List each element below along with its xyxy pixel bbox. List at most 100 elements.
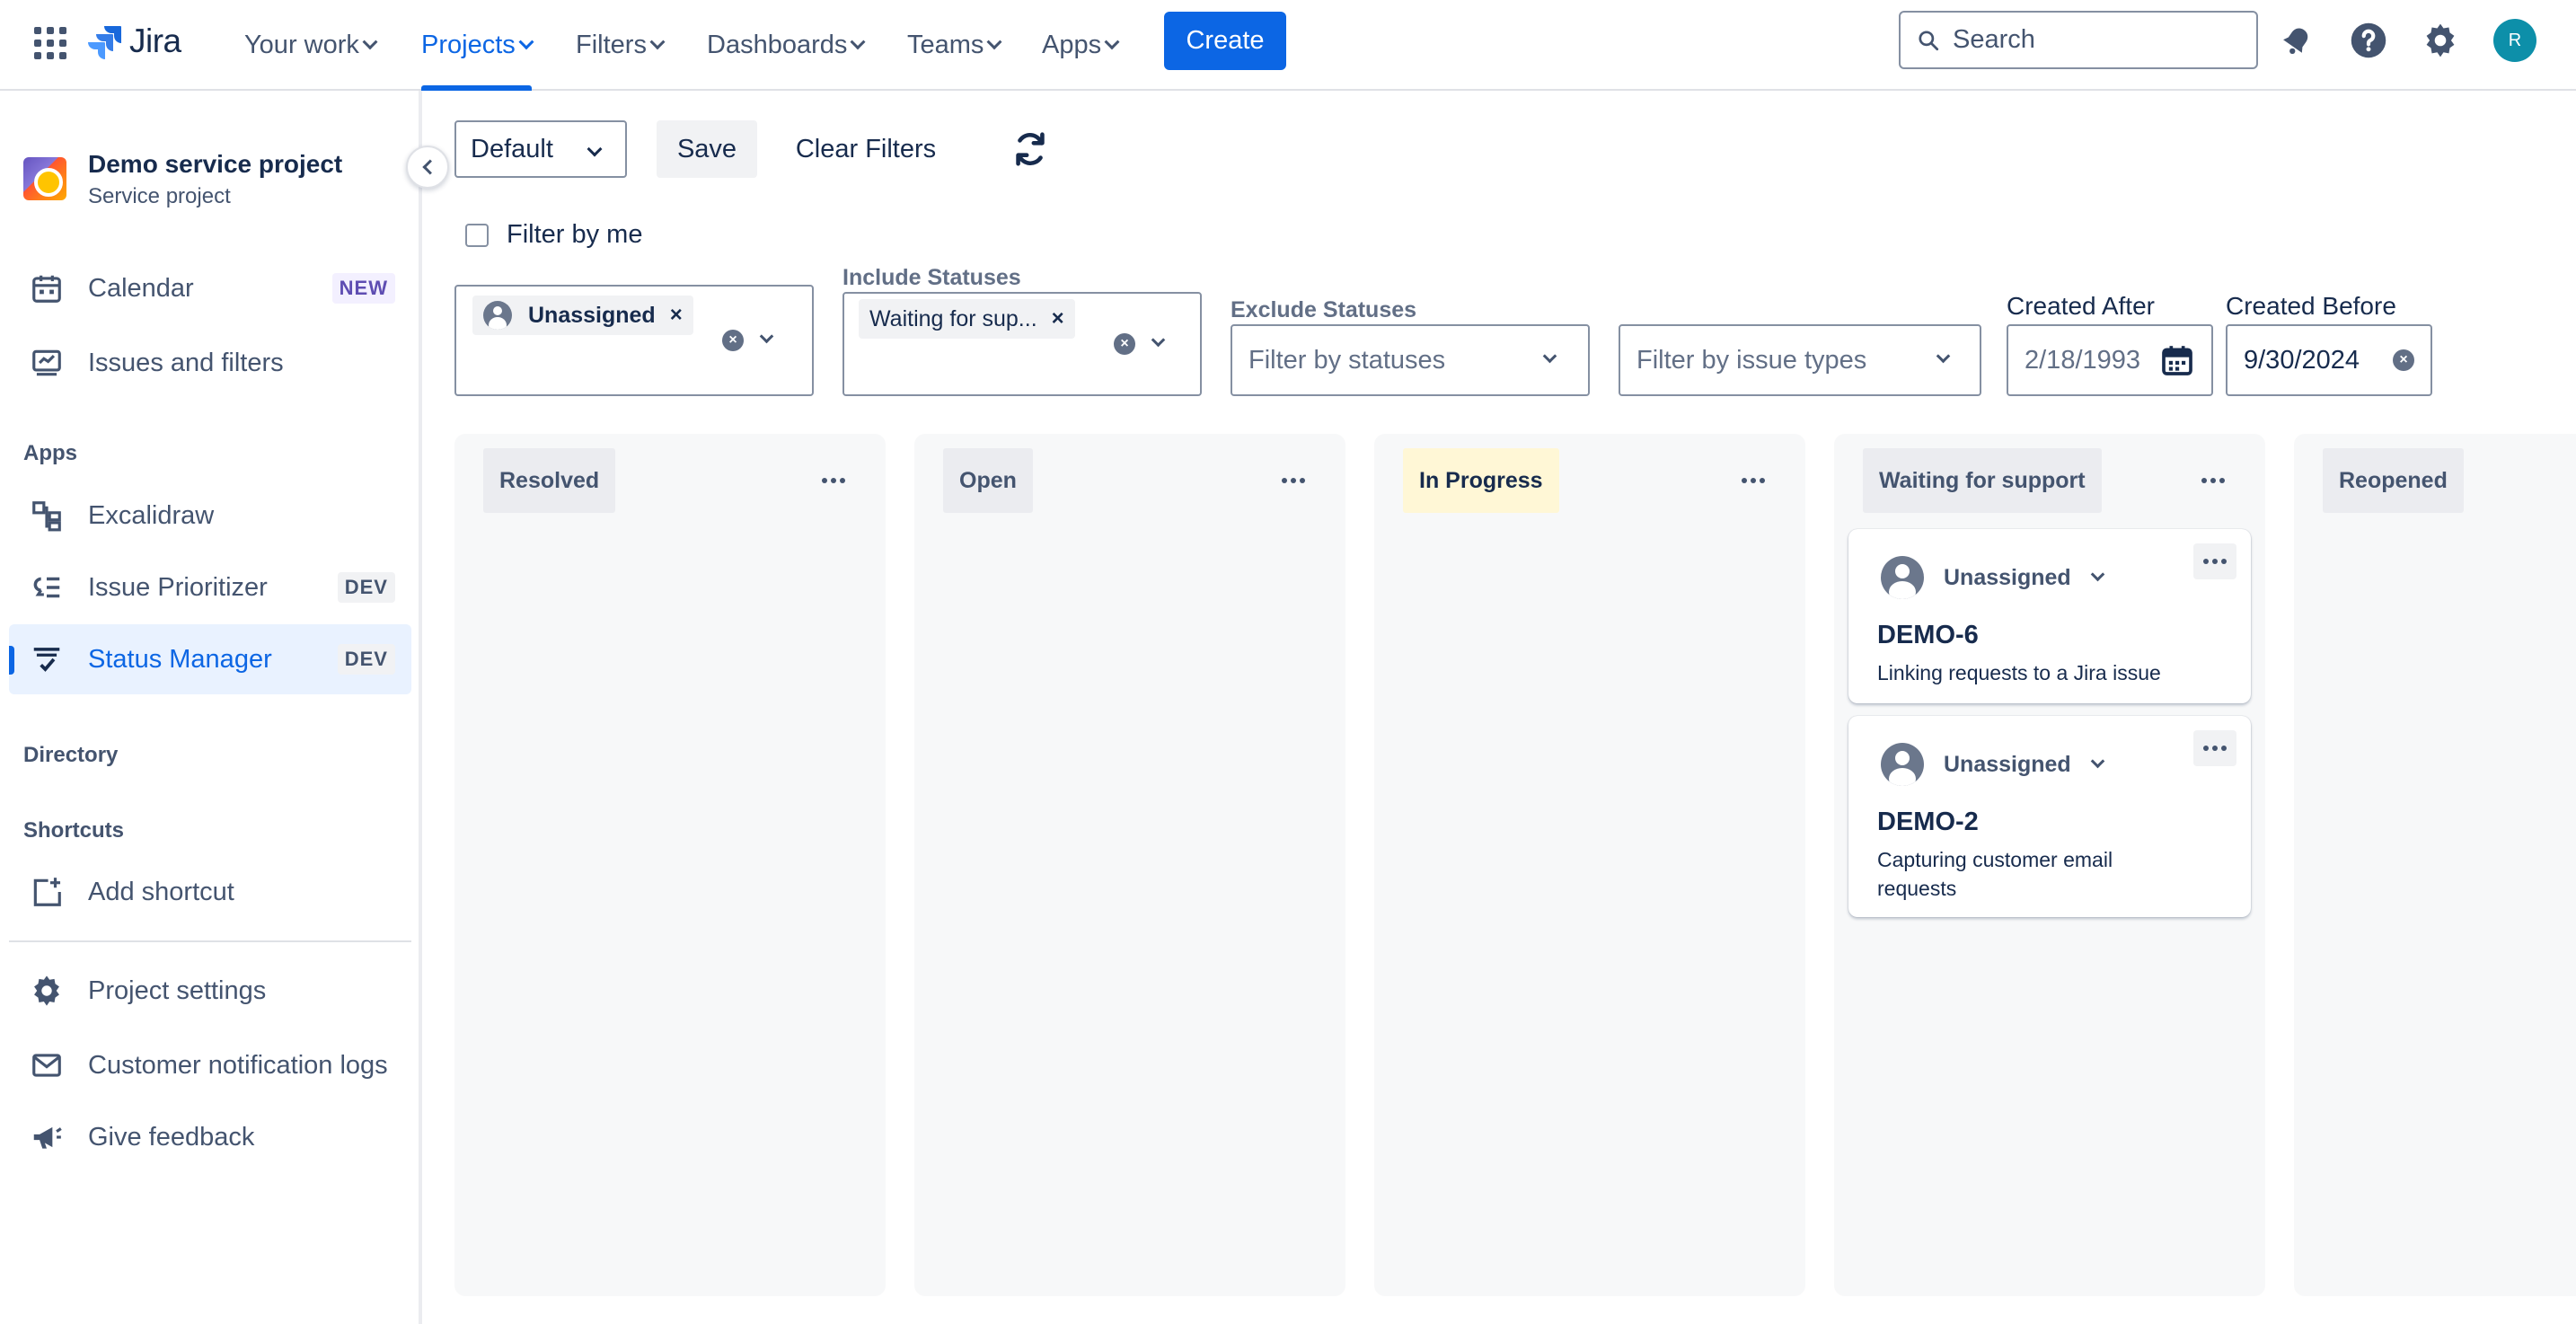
sidebar-item-label: Issue Prioritizer — [88, 572, 268, 602]
logo-text: Jira — [129, 22, 181, 59]
help-icon[interactable] — [2348, 20, 2389, 61]
dev-badge: DEV — [337, 572, 395, 603]
issue-key[interactable]: DEMO-2 — [1877, 808, 1979, 837]
sidebar-item-label: Calendar — [88, 273, 194, 303]
megaphone-icon — [27, 1117, 66, 1157]
nav-apps[interactable]: Apps — [1042, 0, 1120, 91]
filter-by-me-checkbox[interactable]: Filter by me — [465, 220, 642, 250]
checkbox[interactable] — [465, 223, 489, 247]
sidebar-item-calendar[interactable]: Calendar NEW — [9, 253, 411, 323]
jira-logo[interactable]: Jira — [86, 20, 181, 63]
search-input[interactable] — [1953, 25, 2240, 55]
status-chip: Waiting for sup... × — [859, 299, 1075, 339]
board-column-resolved: Resolved — [454, 434, 886, 1296]
sidebar-item-customer-notification-logs[interactable]: Customer notification logs — [9, 1030, 411, 1100]
card-more-options-icon[interactable] — [2193, 730, 2236, 766]
more-options-icon[interactable] — [821, 470, 846, 491]
view-select-value: Default — [471, 134, 553, 163]
board-column-reopened: Reopened — [2294, 434, 2576, 1296]
nav-projects[interactable]: Projects — [421, 0, 534, 91]
assignee-filter[interactable]: Unassigned × × — [454, 285, 814, 396]
sidebar-item-label: Give feedback — [88, 1122, 255, 1152]
clear-icon[interactable]: × — [722, 330, 744, 351]
clear-filters-button[interactable]: Clear Filters — [776, 120, 956, 178]
sidebar-item-label: Issues and filters — [88, 348, 284, 377]
sidebar-item-status-manager[interactable]: Status Manager DEV — [9, 624, 411, 694]
sidebar-item-issues-and-filters[interactable]: Issues and filters — [9, 328, 411, 398]
clear-icon[interactable]: × — [2393, 349, 2414, 371]
create-button[interactable]: Create — [1164, 12, 1286, 70]
issue-card[interactable]: Unassigned DEMO-2 Capturing customer ema… — [1848, 716, 2251, 917]
sidebar-item-issue-prioritizer[interactable]: Issue Prioritizer DEV — [9, 552, 411, 622]
created-after-label: Created After — [2007, 292, 2155, 320]
created-after-datepicker[interactable]: 2/18/1993 — [2007, 324, 2213, 396]
chevron-down-icon — [850, 33, 866, 49]
column-title: Waiting for support — [1863, 448, 2102, 513]
card-assignee[interactable]: Unassigned — [1881, 556, 2104, 599]
user-avatar[interactable]: R — [2493, 19, 2536, 62]
app-switcher-icon[interactable] — [31, 23, 66, 59]
sidebar-item-label: Add shortcut — [88, 877, 234, 906]
assignee-name: Unassigned — [1944, 751, 2071, 777]
sidebar-item-label: Customer notification logs — [88, 1050, 388, 1080]
sidebar-item-add-shortcut[interactable]: Add shortcut — [9, 857, 411, 927]
nav-label: Your work — [244, 31, 359, 59]
sidebar-item-excalidraw[interactable]: Excalidraw — [9, 481, 411, 551]
card-assignee[interactable]: Unassigned — [1881, 743, 2104, 786]
created-before-label: Created Before — [2226, 292, 2396, 320]
issue-types-filter[interactable]: Filter by issue types — [1619, 324, 1981, 396]
nav-your-work[interactable]: Your work — [244, 0, 378, 91]
calendar-icon — [27, 269, 66, 308]
issue-key[interactable]: DEMO-6 — [1877, 621, 1979, 650]
sidebar-item-give-feedback[interactable]: Give feedback — [9, 1102, 411, 1172]
column-title: Open — [943, 448, 1033, 513]
exclude-statuses-filter[interactable]: Filter by statuses — [1231, 324, 1590, 396]
excalidraw-icon — [27, 496, 66, 535]
dev-badge: DEV — [337, 644, 395, 675]
save-button[interactable]: Save — [657, 120, 757, 178]
include-statuses-filter[interactable]: Waiting for sup... × × — [842, 292, 1202, 396]
calendar-icon[interactable] — [2159, 342, 2195, 378]
project-header[interactable]: Demo service project Service project — [23, 150, 342, 209]
remove-chip-icon[interactable]: × — [1052, 306, 1064, 331]
nav-filters[interactable]: Filters — [576, 0, 666, 91]
nav-label: Filters — [576, 31, 647, 59]
column-title: Reopened — [2323, 448, 2464, 513]
more-options-icon[interactable] — [2201, 470, 2226, 491]
remove-chip-icon[interactable]: × — [670, 303, 683, 328]
more-options-icon[interactable] — [1741, 470, 1766, 491]
chevron-down-icon[interactable] — [759, 329, 774, 344]
chevron-down-icon — [362, 33, 378, 49]
section-shortcuts: Shortcuts — [23, 818, 125, 843]
section-directory[interactable]: Directory — [23, 743, 118, 768]
nav-dashboards[interactable]: Dashboards — [707, 0, 866, 91]
nav-label: Projects — [421, 31, 516, 59]
gear-icon — [27, 971, 66, 1011]
more-options-icon[interactable] — [1281, 470, 1306, 491]
project-avatar-icon — [23, 157, 66, 200]
collapse-sidebar-button[interactable] — [406, 146, 449, 189]
project-name: Demo service project — [88, 150, 343, 178]
search-box[interactable] — [1899, 11, 2258, 69]
issue-card[interactable]: Unassigned DEMO-6 Linking requests to a … — [1848, 529, 2251, 703]
card-more-options-icon[interactable] — [2193, 543, 2236, 579]
view-select[interactable]: Default — [454, 120, 627, 178]
refresh-icon[interactable] — [1010, 128, 1051, 170]
created-before-datepicker[interactable]: 9/30/2024 × — [2226, 324, 2432, 396]
nav-teams[interactable]: Teams — [907, 0, 1002, 91]
user-placeholder-icon — [483, 301, 512, 330]
sidebar-item-label: Status Manager — [88, 644, 272, 674]
column-title: In Progress — [1403, 448, 1559, 513]
mail-icon — [27, 1046, 66, 1085]
issue-types-placeholder: Filter by issue types — [1636, 346, 1867, 375]
sidebar-item-project-settings[interactable]: Project settings — [9, 956, 411, 1026]
notifications-icon[interactable] — [2276, 20, 2317, 61]
settings-gear-icon[interactable] — [2420, 20, 2461, 61]
section-apps: Apps — [23, 441, 77, 465]
include-statuses-label: Include Statuses — [842, 265, 1021, 290]
filter-by-me-label: Filter by me — [507, 220, 643, 249]
chevron-down-icon — [1104, 33, 1120, 49]
user-placeholder-icon — [1881, 743, 1924, 786]
clear-icon[interactable]: × — [1114, 333, 1135, 355]
chevron-down-icon[interactable] — [1151, 332, 1166, 348]
